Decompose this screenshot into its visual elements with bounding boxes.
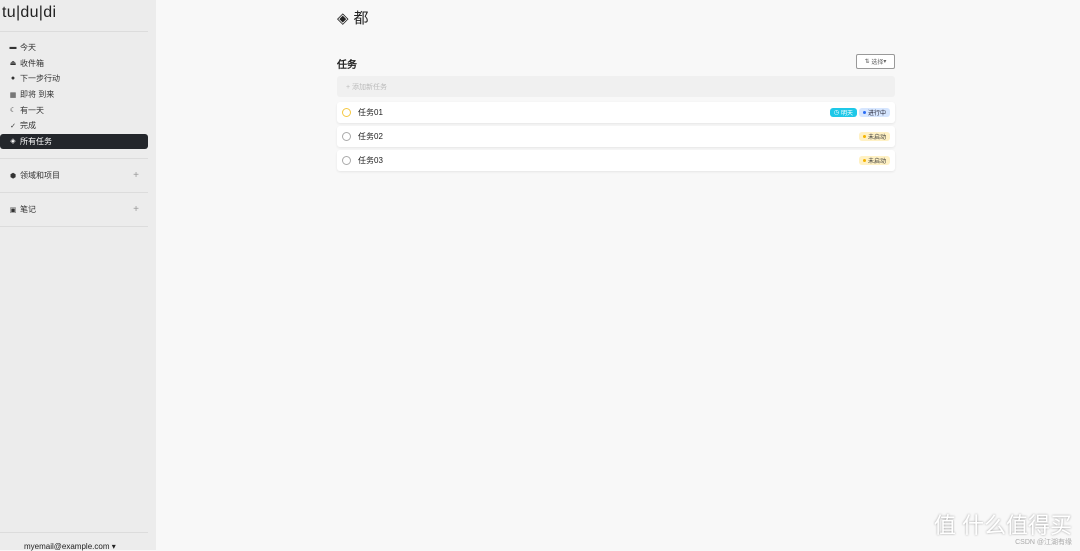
page-title-text: 都 — [353, 10, 369, 27]
areas-label: 领域和项目 — [20, 171, 60, 180]
calendar-upcoming-icon: ▦ — [9, 91, 17, 99]
divider — [0, 532, 148, 533]
divider — [0, 192, 148, 193]
sidebar-notes[interactable]: ▣ 笔记 + — [9, 204, 139, 215]
sidebar-item-label: 所有任务 — [20, 136, 52, 146]
note-icon: ▣ — [9, 206, 17, 214]
page-title: ◈ 都 — [337, 7, 369, 28]
sidebar-item-label: 下一步行动 — [20, 74, 60, 84]
sidebar-item-label: 收件箱 — [20, 58, 44, 68]
sidebar-item-label: 即将 到来 — [20, 90, 55, 100]
add-task-input[interactable]: + 添加新任务 — [337, 76, 895, 97]
sidebar-item-1[interactable]: ⏏ 收件箱 — [0, 56, 148, 72]
badge-label: 明天 — [840, 111, 853, 117]
sidebar-item-6[interactable]: ◈ 所有任务 — [0, 133, 148, 150]
sidebar-item-5[interactable]: ✓ 完成 — [0, 118, 148, 134]
sidebar-item-label: 有一天 — [20, 105, 44, 115]
badge-label: 进行中 — [867, 111, 886, 117]
layers-icon: ◈ — [10, 138, 16, 146]
sidebar-item-label: 完成 — [20, 121, 36, 131]
add-area-icon[interactable]: + — [133, 170, 139, 181]
status-badge: 未启动 — [858, 132, 890, 141]
sidebar: tu|du|di ▬ 今天 ⏏ 收件箱 ● 下一步行动 ▦ 即将 到来 ☾ 有一天 ✓ 完成 ◈ 所有任务… — [0, 0, 156, 551]
calendar-icon: ▬ — [9, 44, 17, 52]
sidebar-item-0[interactable]: ▬ 今天 — [0, 40, 148, 56]
nav-list: ▬ 今天 ⏏ 收件箱 ● 下一步行动 ▦ 即将 到来 ☾ 有一天 ✓ 完成 ◈ 所有任务 — [0, 40, 148, 150]
sidebar-item-label: 今天 — [20, 43, 36, 53]
task-row[interactable]: 任务01 ◷ 明天 进行中 — [337, 102, 895, 123]
check-circle-icon: ✓ — [10, 122, 16, 130]
status-badge: 进行中 — [858, 108, 890, 117]
add-note-icon[interactable]: + — [133, 204, 139, 215]
task-row[interactable]: 任务03 未启动 — [337, 150, 895, 171]
sidebar-item-4[interactable]: ☾ 有一天 — [0, 102, 148, 118]
task-name: 任务02 — [358, 132, 383, 141]
select-button[interactable]: ⇅ 选择 ▾ — [856, 54, 895, 69]
sidebar-areas-projects[interactable]: ⬢ 领域和项目 + — [9, 170, 139, 181]
watermark-sub: CSDN @江湖有缘 — [1015, 539, 1072, 546]
task-name: 任务03 — [358, 156, 383, 165]
complete-checkbox[interactable] — [342, 132, 351, 141]
notes-label: 笔记 — [20, 205, 36, 214]
sidebar-item-2[interactable]: ● 下一步行动 — [0, 71, 148, 87]
divider — [0, 226, 148, 227]
clock-icon: ◷ — [833, 110, 839, 116]
sidebar-item-3[interactable]: ▦ 即将 到来 — [0, 87, 148, 103]
watermark: 值 什么值得买 — [933, 513, 1072, 538]
status-badge: ◷ 明天 — [829, 108, 857, 117]
complete-checkbox[interactable] — [342, 108, 351, 117]
sort-icon: ⇅ — [864, 59, 872, 65]
divider — [0, 31, 148, 32]
status-badge: 未启动 — [858, 156, 890, 165]
badge-label: 未启动 — [867, 159, 886, 165]
task-row[interactable]: 任务02 未启动 — [337, 126, 895, 147]
select-label: 选择 — [871, 60, 884, 66]
badge-label: 未启动 — [867, 135, 886, 141]
divider — [0, 158, 148, 159]
inbox-icon: ⏏ — [9, 60, 17, 68]
moon-icon: ☾ — [9, 107, 17, 115]
task-name: 任务01 — [358, 108, 383, 117]
hexagon-icon: ⬢ — [9, 172, 17, 180]
layers-icon: ◈ — [337, 9, 349, 27]
section-title: 任务 — [337, 60, 357, 71]
complete-checkbox[interactable] — [342, 156, 351, 165]
logo[interactable]: tu|du|di — [2, 4, 56, 22]
arrow-circle-icon: ● — [10, 75, 16, 83]
